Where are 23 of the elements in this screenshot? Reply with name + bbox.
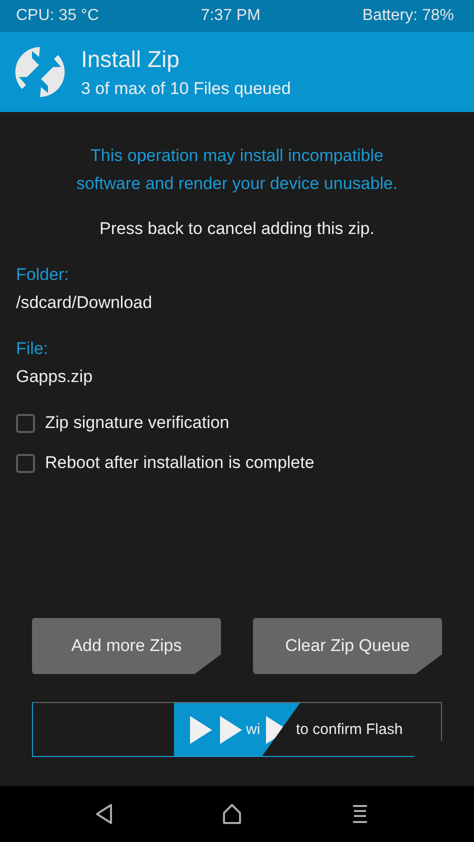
option-label: Zip signature verification	[45, 413, 230, 433]
warning-text: This operation may install incompatible software and render your device unusable.	[75, 145, 399, 195]
slider-label: wi	[246, 721, 260, 738]
checkbox[interactable]	[16, 454, 35, 472]
field-label: Folder:	[15, 265, 70, 285]
play-arrow-icon	[218, 714, 244, 746]
option-label: Reboot after installation is complete	[45, 453, 314, 473]
battery-level: Battery: 78%	[362, 7, 454, 25]
clock: 7:37 PM	[200, 7, 260, 25]
cpu-temperature: CPU: 35 °C	[16, 7, 99, 25]
screen-title: Install Zip	[81, 46, 180, 72]
swipe-slider[interactable]: wi to confirm Flash	[32, 702, 442, 757]
home-icon[interactable]	[220, 802, 244, 826]
action-button[interactable]: Add more Zips	[32, 618, 221, 674]
checkbox[interactable]	[16, 414, 35, 432]
play-arrow-icon	[188, 714, 214, 746]
logo-icon	[15, 47, 65, 97]
field-label: File:	[15, 339, 50, 359]
field-value: Gapps.zip	[15, 367, 94, 387]
hint-text: Press back to cancel adding this zip.	[98, 219, 376, 239]
action-button[interactable]: Clear Zip Queue	[253, 618, 442, 674]
field-value: /sdcard/Download	[15, 293, 154, 313]
queue-status: 3 of max of 10 Files queued	[81, 78, 291, 98]
